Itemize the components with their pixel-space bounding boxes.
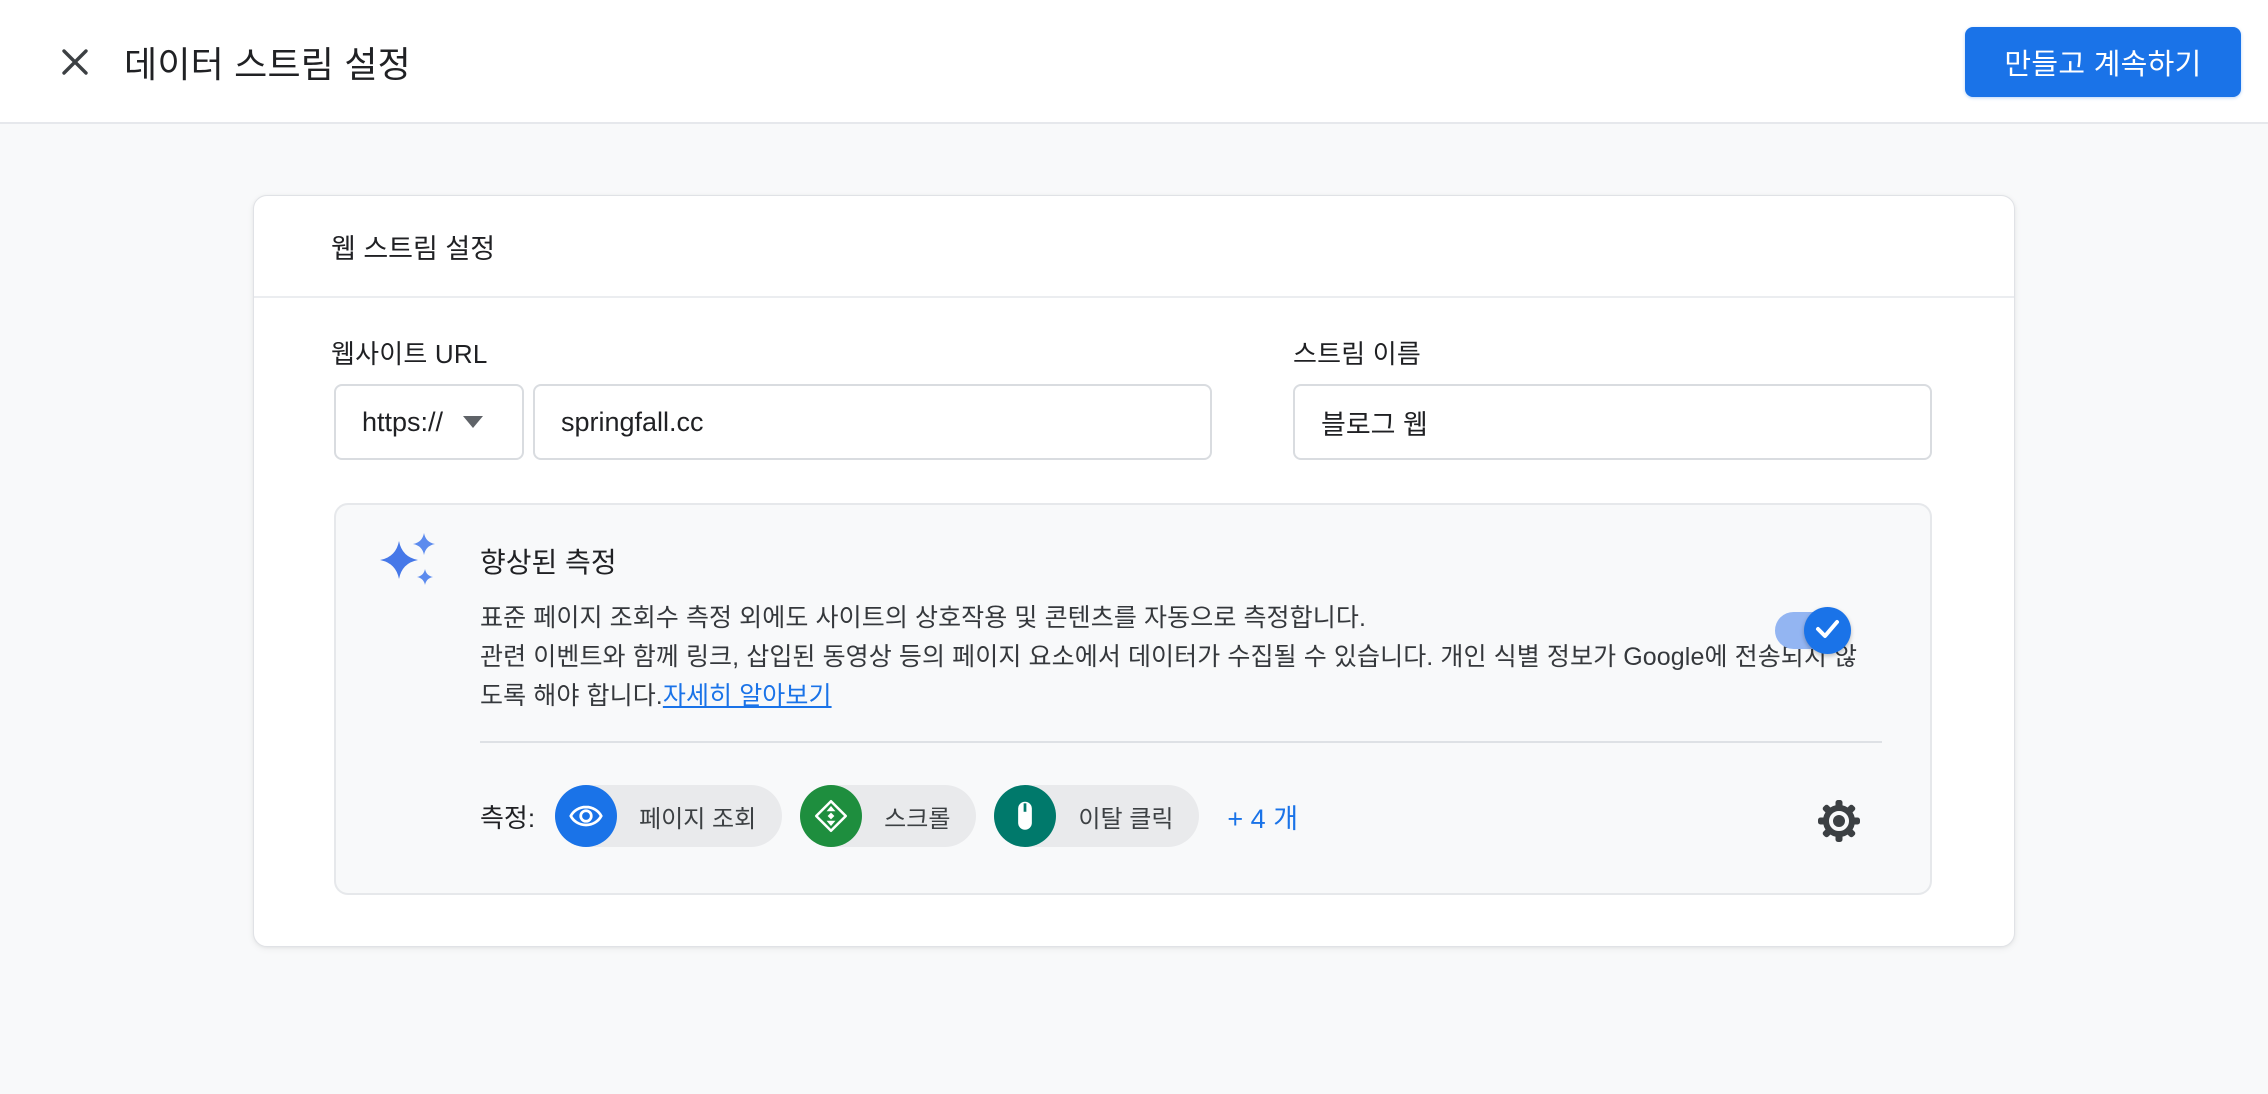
chip-label: 이탈 클릭 — [1078, 799, 1173, 834]
sparkle-icon — [378, 529, 440, 598]
panel-divider — [480, 741, 1882, 743]
close-icon — [58, 45, 92, 82]
stream-name-label: 스트림 이름 — [1293, 334, 1421, 371]
description-line: 도록 해야 합니다.자세히 알아보기 — [480, 677, 1857, 716]
enhanced-measurement-panel: 향상된 측정 표준 페이지 조회수 측정 외에도 사이트의 상호작용 및 콘텐츠… — [334, 503, 1932, 895]
checkmark-icon — [1804, 605, 1851, 657]
chip-scroll: 스크롤 — [800, 785, 976, 847]
description-line: 표준 페이지 조회수 측정 외에도 사이트의 상호작용 및 콘텐츠를 자동으로 … — [480, 599, 1857, 638]
chip-label: 페이지 조회 — [639, 799, 756, 834]
more-measurements-link[interactable]: + 4 개 — [1227, 797, 1298, 836]
website-url-label: 웹사이트 URL — [331, 334, 488, 371]
topbar: 데이터 스트림 설정 만들고 계속하기 — [0, 0, 2268, 124]
chevron-down-icon — [463, 416, 483, 428]
web-stream-setup-card: 웹 스트림 설정 웹사이트 URL 스트림 이름 https:// 향상된 측정… — [253, 195, 2015, 947]
gear-icon — [1815, 833, 1863, 848]
enhanced-measurement-description: 표준 페이지 조회수 측정 외에도 사이트의 상호작용 및 콘텐츠를 자동으로 … — [480, 599, 1857, 716]
scroll-icon — [800, 785, 862, 847]
stream-name-input[interactable] — [1293, 384, 1932, 460]
chip-label: 스크롤 — [884, 799, 950, 834]
mouse-icon — [994, 785, 1056, 847]
protocol-selected-value: https:// — [362, 407, 443, 438]
measurement-settings-button[interactable] — [1815, 797, 1863, 845]
eye-icon — [555, 785, 617, 847]
description-line: 관련 이벤트와 함께 링크, 삽입된 동영상 등의 페이지 요소에서 데이터가 … — [480, 638, 1857, 677]
enhanced-measurement-toggle[interactable] — [1775, 612, 1847, 649]
chip-outbound-click: 이탈 클릭 — [994, 785, 1199, 847]
measure-label: 측정: — [480, 798, 535, 835]
page-title: 데이터 스트림 설정 — [124, 0, 411, 124]
toggle-thumb — [1804, 607, 1851, 654]
website-url-input[interactable] — [533, 384, 1212, 460]
learn-more-link[interactable]: 자세히 알아보기 — [663, 682, 832, 710]
enhanced-measurement-title: 향상된 측정 — [480, 541, 617, 581]
measurement-row: 측정: 페이지 조회 — [480, 785, 1298, 847]
create-and-continue-button[interactable]: 만들고 계속하기 — [1965, 27, 2241, 97]
close-button[interactable] — [50, 38, 100, 88]
protocol-select[interactable]: https:// — [334, 384, 524, 460]
card-section-title: 웹 스트림 설정 — [254, 196, 2014, 298]
chip-page-view: 페이지 조회 — [555, 785, 782, 847]
